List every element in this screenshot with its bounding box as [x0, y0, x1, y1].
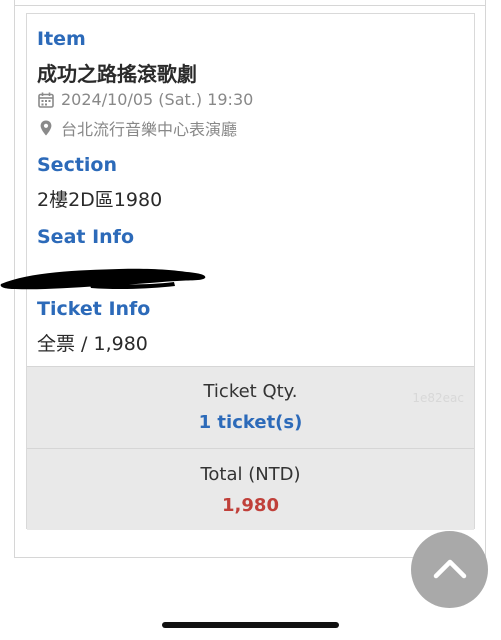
event-venue: 台北流行音樂中心表演廳 — [61, 120, 238, 139]
ticket-info-value: 全票 / 1,980 — [37, 333, 148, 355]
chevron-up-icon — [433, 557, 467, 583]
home-indicator — [162, 622, 339, 628]
location-pin-icon — [37, 119, 55, 137]
total-panel: Total (NTD) 1,980 — [27, 448, 474, 530]
ticket-qty-label: Ticket Qty. — [203, 381, 298, 402]
ticket-page: Item 成功之路搖滾歌劇 2024/10/05 (Sat.) 19:30 台北… — [0, 0, 501, 640]
item-title: 成功之路搖滾歌劇 — [37, 62, 197, 86]
event-datetime: 2024/10/05 (Sat.) 19:30 — [61, 90, 254, 109]
calendar-icon — [37, 91, 55, 109]
event-venue-row: 台北流行音樂中心表演廳 — [37, 116, 237, 140]
ticket-qty-value: 1 ticket(s) — [198, 412, 303, 433]
section-value: 2樓2D區1980 — [37, 189, 163, 211]
event-datetime-row: 2024/10/05 (Sat.) 19:30 — [37, 90, 253, 109]
order-card: Item 成功之路搖滾歌劇 2024/10/05 (Sat.) 19:30 台北… — [0, 13, 475, 530]
ticket-qty-panel: Ticket Qty. 1 ticket(s) 1e82eac — [27, 366, 474, 449]
seat-info-label: Seat Info — [37, 226, 135, 248]
section-label: Section — [37, 154, 118, 176]
total-label: Total (NTD) — [200, 464, 301, 485]
total-value: 1,980 — [222, 495, 279, 516]
item-label: Item — [37, 28, 86, 50]
ticket-info-label: Ticket Info — [37, 298, 151, 320]
scroll-to-top-button[interactable] — [411, 531, 488, 608]
seat-info-redaction — [0, 268, 206, 290]
top-divider — [14, 0, 486, 6]
watermark-code: 1e82eac — [412, 391, 464, 405]
